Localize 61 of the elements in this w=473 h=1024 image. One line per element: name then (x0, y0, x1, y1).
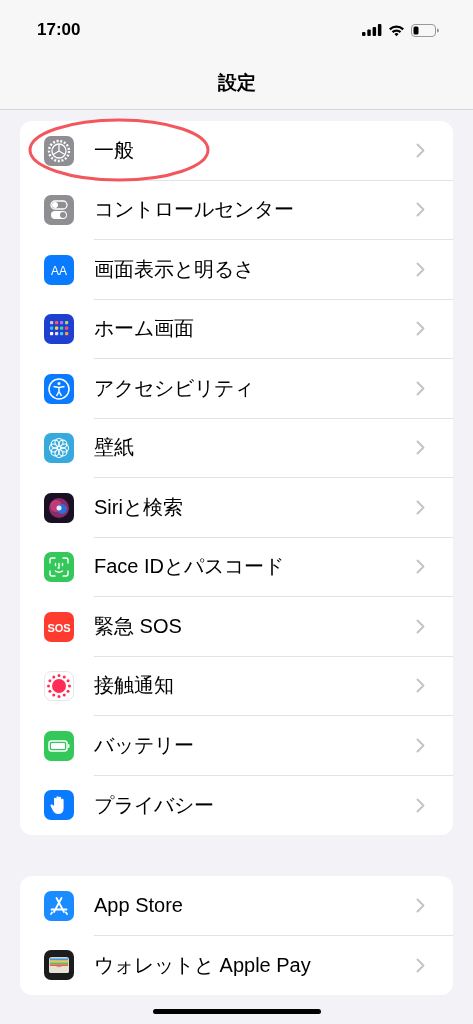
chevron-right-icon (416, 897, 425, 913)
settings-row[interactable]: ホーム画面 (20, 299, 453, 359)
app-store-icon (44, 890, 74, 921)
chevron-right-icon (416, 559, 425, 575)
wallet-icon (44, 950, 74, 981)
chevron-right-icon (416, 737, 425, 753)
status-time: 17:00 (37, 20, 81, 40)
chevron-right-icon (416, 618, 425, 634)
row-label: Face IDとパスコード (94, 554, 285, 580)
settings-row[interactable]: 壁紙 (20, 418, 453, 478)
wifi-icon (388, 23, 405, 37)
row-label: 一般 (94, 137, 134, 163)
chevron-right-icon (416, 678, 425, 694)
settings-row[interactable]: バッテリー (20, 716, 453, 776)
sos-icon: SOS (44, 611, 74, 642)
settings-row[interactable]: AA 画面表示と明るさ (20, 240, 453, 300)
accessibility-icon (44, 373, 74, 404)
settings-row[interactable]: 接触通知 (20, 656, 453, 716)
settings-row[interactable]: ウォレットと Apple Pay (20, 935, 453, 995)
settings-row[interactable]: アクセシビリティ (20, 359, 453, 419)
hand-icon (44, 790, 74, 821)
row-label: 緊急 SOS (94, 613, 182, 639)
settings-row[interactable]: Siriと検索 (20, 478, 453, 538)
battery-icon (44, 730, 74, 761)
flower-icon (44, 433, 74, 464)
row-label: アクセシビリティ (94, 375, 254, 401)
app-grid-icon (44, 314, 74, 345)
chevron-right-icon (416, 499, 425, 515)
row-label: App Store (94, 893, 183, 917)
settings-row[interactable]: SOS 緊急 SOS (20, 597, 453, 657)
chevron-right-icon (416, 321, 425, 337)
row-label: Siriと検索 (94, 494, 183, 520)
row-label: バッテリー (94, 732, 194, 758)
settings-row[interactable]: プライバシー (20, 775, 453, 835)
row-label: コントロールセンター (94, 197, 294, 223)
text-size-icon: AA (44, 254, 74, 285)
toggle-switches-icon (44, 195, 74, 226)
gear-icon (44, 135, 74, 166)
row-label: ホーム画面 (94, 316, 194, 342)
chevron-right-icon (416, 380, 425, 396)
orb-icon (44, 492, 74, 523)
sun-dots-icon (44, 671, 74, 702)
page-title: 設定 (217, 70, 256, 95)
row-label: 壁紙 (94, 435, 134, 461)
settings-row[interactable]: コントロールセンター (20, 180, 453, 240)
chevron-right-icon (416, 261, 425, 277)
row-label: ウォレットと Apple Pay (94, 952, 311, 978)
row-label: 画面表示と明るさ (94, 256, 254, 282)
battery-status-icon (411, 23, 439, 37)
chevron-right-icon (416, 142, 425, 158)
settings-row[interactable]: App Store (20, 876, 453, 936)
settings-row[interactable]: 一般 (20, 121, 453, 181)
row-label: プライバシー (94, 792, 214, 818)
chevron-right-icon (416, 202, 425, 218)
face-icon (44, 552, 74, 583)
chevron-right-icon (416, 440, 425, 456)
row-label: 接触通知 (94, 673, 174, 699)
settings-row[interactable]: Face IDとパスコード (20, 537, 453, 597)
chevron-right-icon (416, 797, 425, 813)
chevron-right-icon (416, 957, 425, 973)
signal-icon (362, 24, 382, 36)
